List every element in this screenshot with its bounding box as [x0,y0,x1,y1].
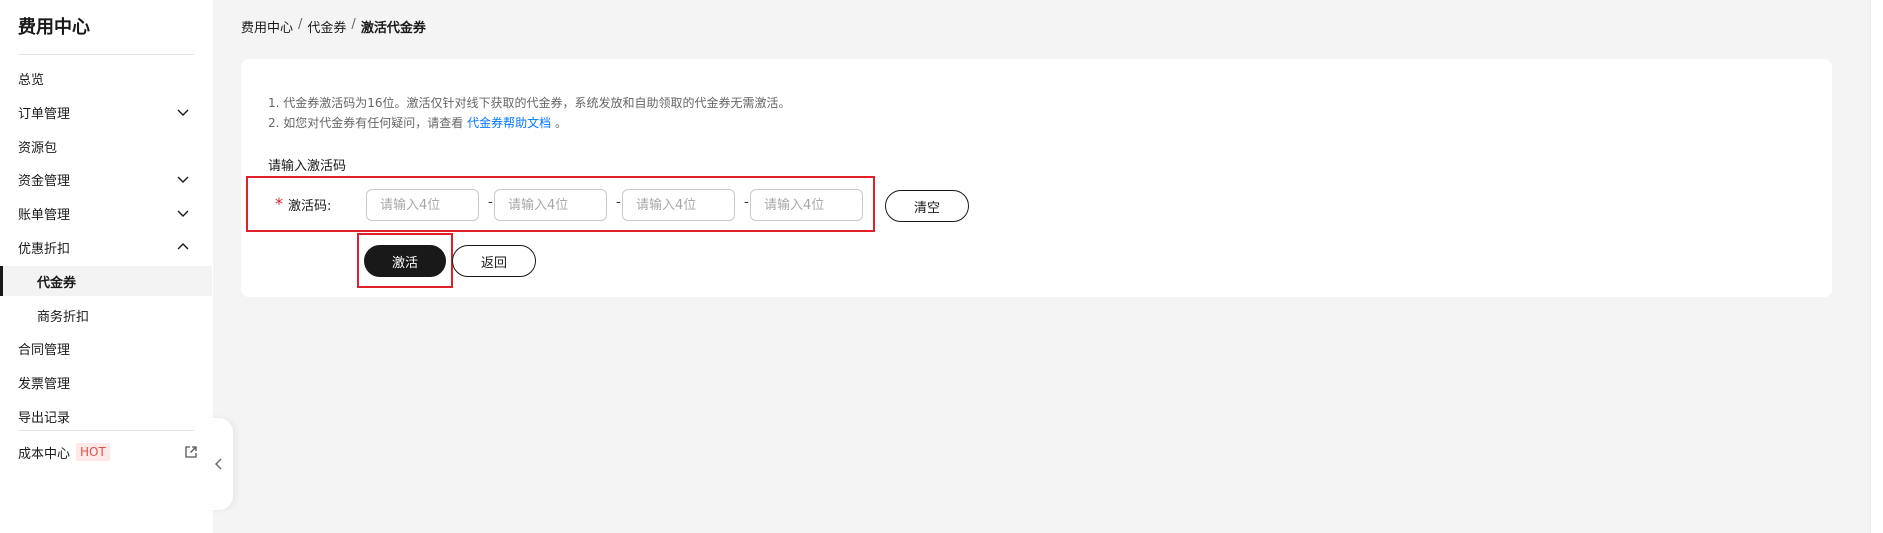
chevron-up-icon [177,243,189,250]
sidebar-item-label: 优惠折扣 [18,241,71,257]
sidebar-item-cost-center[interactable]: 成本中心 HOT [0,437,212,467]
sidebar-item-label: 合同管理 [18,342,71,358]
external-link-icon[interactable] [184,445,198,459]
chevron-down-icon [177,210,189,217]
breadcrumb-item-cost-center[interactable]: 费用中心 [241,17,293,36]
chevron-down-icon [177,109,189,116]
sidebar-item-export-records[interactable]: 导出记录 [0,401,212,431]
code-input-4[interactable] [750,189,863,221]
tip-line-1: 1. 代金券激活码为16位。激活仅针对线下获取的代金券，系统发放和自助领取的代金… [268,96,791,110]
sidebar-item-label: 资源包 [18,140,58,156]
code-dash: - [744,195,749,210]
breadcrumb-item-vouchers[interactable]: 代金券 [307,17,346,36]
activation-code-row: * 激活码: - - - [246,176,875,232]
sidebar-item-orders[interactable]: 订单管理 [0,97,212,127]
section-label: 请输入激活码 [268,159,347,174]
required-mark: * [275,194,283,213]
chevron-down-icon [177,176,189,183]
tip-line-2-suffix: 。 [554,116,567,130]
hot-badge: HOT [76,443,110,461]
sidebar-divider-bottom [18,430,194,431]
sidebar-item-label: 资金管理 [18,173,71,189]
sidebar-title: 费用中心 [18,17,90,38]
activate-button[interactable]: 激活 [364,245,446,277]
chevron-left-icon [215,458,222,470]
clear-button[interactable]: 清空 [885,190,969,222]
sidebar-divider-top [18,54,194,55]
sidebar-item-contracts[interactable]: 合同管理 [0,333,212,363]
code-input-1[interactable] [366,189,479,221]
tip-line-2: 2. 如您对代金券有任何疑问，请查看 代金券帮助文档 。 [268,114,567,131]
sidebar-item-label: 成本中心 [18,446,71,462]
activate-highlight-box: 激活 [357,233,453,288]
sidebar-item-invoices[interactable]: 发票管理 [0,367,212,397]
breadcrumb-item-current: 激活代金券 [360,21,426,36]
breadcrumb-separator: / [298,17,303,32]
sidebar-item-label: 账单管理 [18,207,71,223]
sidebar-collapse-toggle[interactable] [205,418,233,510]
sidebar-item-label: 发票管理 [18,376,71,392]
activate-voucher-card: 1. 代金券激活码为16位。激活仅针对线下获取的代金券，系统发放和自助领取的代金… [241,59,1832,297]
voucher-help-doc-link[interactable]: 代金券帮助文档 [467,116,551,130]
page-scrollbar[interactable] [1870,0,1883,533]
sidebar-item-vouchers[interactable]: 代金券 [0,266,212,296]
sidebar-item-label: 订单管理 [18,106,71,122]
code-dash: - [616,195,621,210]
sidebar-item-label: 总览 [18,72,45,88]
code-dash: - [488,195,493,210]
sidebar-item-label: 代金券 [37,275,77,291]
sidebar-item-overview[interactable]: 总览 [0,63,212,93]
sidebar-item-funds[interactable]: 资金管理 [0,164,212,194]
breadcrumb: 费用中心 / 代金券 / 激活代金券 [241,17,426,36]
breadcrumb-separator: / [351,17,356,32]
activation-code-label: 激活码: [288,199,332,214]
app-root: 费用中心 总览 订单管理 资源包 资金管理 账单管理 优惠折扣 代金券 商务折扣 [0,0,1883,533]
sidebar-item-resource-pack[interactable]: 资源包 [0,131,212,161]
sidebar-item-label: 商务折扣 [37,309,90,325]
sidebar-item-bills[interactable]: 账单管理 [0,198,212,228]
sidebar-item-discounts[interactable]: 优惠折扣 [0,232,212,262]
code-input-3[interactable] [622,189,735,221]
sidebar-item-label: 导出记录 [18,410,71,426]
tip-line-2-prefix: 2. 如您对代金券有任何疑问，请查看 [268,116,464,130]
sidebar-item-business-discount[interactable]: 商务折扣 [0,300,212,330]
code-input-2[interactable] [494,189,607,221]
back-button[interactable]: 返回 [452,245,536,277]
sidebar: 费用中心 总览 订单管理 资源包 资金管理 账单管理 优惠折扣 代金券 商务折扣 [0,0,213,533]
